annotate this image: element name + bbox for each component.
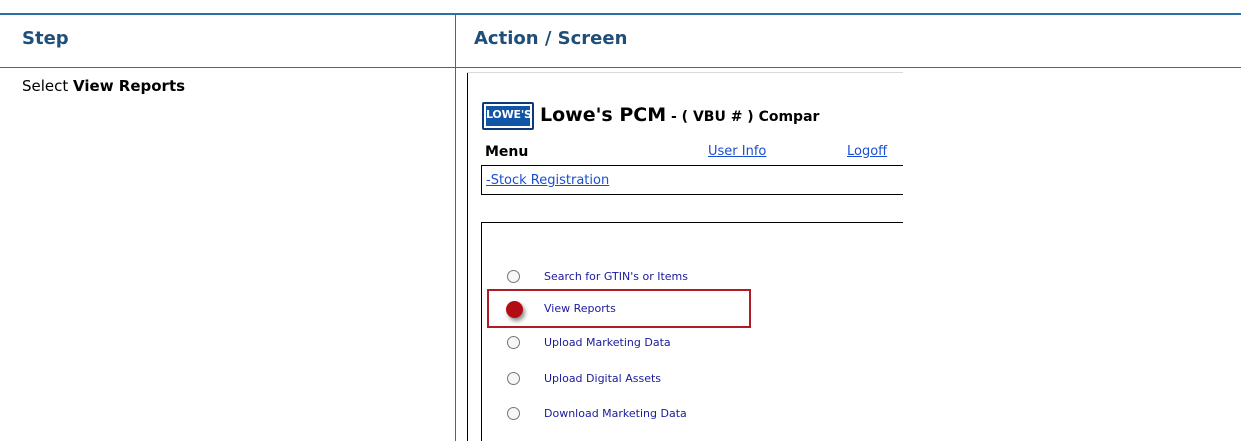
option-label[interactable]: Upload Digital Assets [544, 372, 661, 385]
option-upload-digital-assets[interactable]: Upload Digital Assets [507, 370, 887, 390]
stock-registration-box: -Stock Registration [481, 165, 903, 195]
table-top-rule [0, 13, 1241, 15]
app-screenshot: LOWE'S Lowe's PCM - ( VBU # ) Compar Men… [467, 72, 903, 441]
option-label[interactable]: Download Marketing Data [544, 407, 687, 420]
callout-highlight-box [487, 289, 751, 328]
action-column-header: Action / Screen [474, 28, 628, 49]
stock-registration-link[interactable]: -Stock Registration [486, 173, 609, 188]
app-title: Lowe's PCM - ( VBU # ) Compar [540, 104, 819, 126]
radio-unselected[interactable] [507, 270, 520, 283]
app-title-subtitle: - ( VBU # ) Compar [666, 109, 820, 125]
option-label[interactable]: Search for GTIN's or Items [544, 270, 688, 283]
menu-label: Menu [485, 144, 529, 160]
option-upload-marketing-data[interactable]: Upload Marketing Data [507, 334, 887, 354]
table-header-rule [0, 67, 1241, 68]
screenshot-border [467, 72, 468, 441]
lowes-logo-text: LOWE'S [486, 106, 532, 126]
option-search-gtin[interactable]: Search for GTIN's or Items [507, 268, 887, 288]
logoff-link[interactable]: Logoff [847, 144, 887, 159]
option-download-marketing-data[interactable]: Download Marketing Data [507, 405, 887, 425]
column-divider [455, 13, 456, 441]
radio-unselected[interactable] [507, 372, 520, 385]
step-column-header: Step [22, 28, 69, 49]
step-bold-target: View Reports [73, 77, 186, 95]
lowes-logo: LOWE'S [482, 102, 534, 130]
step-instruction: Select View Reports [22, 77, 185, 95]
option-label[interactable]: Upload Marketing Data [544, 336, 671, 349]
app-title-main: Lowe's PCM [540, 104, 667, 126]
user-info-link[interactable]: User Info [708, 144, 766, 159]
radio-unselected[interactable] [507, 407, 520, 420]
document-page: Step Action / Screen Select View Reports… [0, 0, 1241, 441]
radio-unselected[interactable] [507, 336, 520, 349]
screenshot-border-top [467, 72, 903, 73]
step-prefix: Select [22, 77, 74, 95]
